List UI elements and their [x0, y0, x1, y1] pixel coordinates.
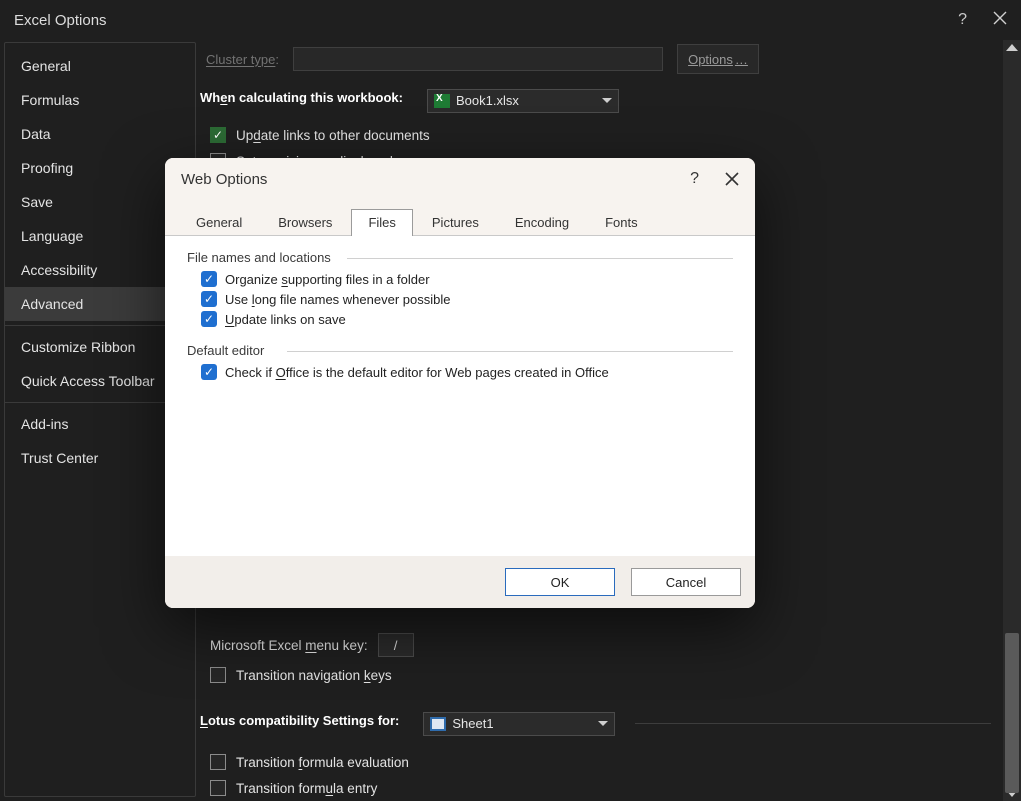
menu-key-label: Microsoft Excel menu key:	[210, 638, 368, 653]
workbook-name: Book1.xlsx	[456, 93, 519, 108]
titlebar-controls: ?	[958, 11, 1007, 29]
ok-button[interactable]: OK	[505, 568, 615, 596]
sheet-combo[interactable]: Sheet1	[423, 712, 615, 736]
checkbox-update-links[interactable]	[210, 127, 226, 143]
lotus-settings-row: Lotus compatibility Settings for: Sheet1	[200, 709, 991, 738]
opt-long-file-names[interactable]: Use long file names whenever possible	[201, 291, 733, 307]
opt-office-default-label: Check if Office is the default editor fo…	[225, 365, 609, 380]
checkbox-office-default-editor[interactable]	[201, 364, 217, 380]
sidebar-item-formulas[interactable]: Formulas	[5, 83, 195, 117]
opt-organize-label: Organize supporting files in a folder	[225, 272, 430, 287]
update-links-row[interactable]: Update links to other documents	[210, 127, 991, 143]
formula-entry-label: Transition formula entry	[236, 781, 377, 796]
dialog-titlebar: Web Options ?	[165, 158, 755, 200]
update-links-label: Update links to other documents	[236, 128, 430, 143]
dialog-panel: File names and locations Organize suppor…	[165, 235, 755, 556]
sidebar-item-data[interactable]: Data	[5, 117, 195, 151]
tab-browsers[interactable]: Browsers	[261, 209, 349, 236]
scroll-up-icon[interactable]	[1006, 44, 1018, 51]
lotus-settings-heading: Lotus compatibility Settings for:	[200, 709, 399, 738]
chevron-down-icon	[602, 98, 612, 103]
dialog-title: Web Options	[181, 171, 267, 188]
close-icon[interactable]	[993, 11, 1007, 29]
opt-update-links-on-save[interactable]: Update links on save	[201, 311, 733, 327]
opt-check-office-default[interactable]: Check if Office is the default editor fo…	[201, 364, 733, 380]
titlebar: Excel Options ?	[0, 0, 1021, 40]
sheet-name: Sheet1	[452, 716, 493, 731]
opt-update-links-label: Update links on save	[225, 312, 346, 327]
sidebar-item-general[interactable]: General	[5, 49, 195, 83]
formula-eval-row[interactable]: Transition formula evaluation	[210, 754, 991, 770]
window-title: Excel Options	[14, 12, 107, 29]
menu-key-input[interactable]	[378, 633, 414, 657]
dialog-help-icon[interactable]: ?	[690, 170, 699, 188]
dialog-footer: OK Cancel	[165, 556, 755, 608]
formula-eval-label: Transition formula evaluation	[236, 755, 409, 770]
dialog-close-icon[interactable]	[725, 172, 739, 186]
nav-keys-label: Transition navigation keys	[236, 668, 392, 683]
checkbox-organize-supporting[interactable]	[201, 271, 217, 287]
help-icon[interactable]: ?	[958, 11, 967, 29]
calc-heading-row: When calculating this workbook: Book1.xl…	[200, 86, 991, 115]
tab-files[interactable]: Files	[351, 209, 412, 236]
cluster-options-button[interactable]: Options…	[677, 44, 759, 74]
checkbox-nav-keys[interactable]	[210, 667, 226, 683]
tab-general[interactable]: General	[179, 209, 259, 236]
scroll-thumb[interactable]	[1005, 633, 1019, 793]
tab-fonts[interactable]: Fonts	[588, 209, 655, 236]
menu-key-row: Microsoft Excel menu key:	[210, 633, 991, 657]
checkbox-update-links-save[interactable]	[201, 311, 217, 327]
web-options-dialog: Web Options ? General Browsers Files Pic…	[165, 158, 755, 608]
checkbox-formula-entry[interactable]	[210, 780, 226, 796]
tab-pictures[interactable]: Pictures	[415, 209, 496, 236]
cluster-type-combo[interactable]	[293, 47, 663, 71]
vertical-scrollbar[interactable]	[1003, 40, 1021, 801]
opt-long-names-label: Use long file names whenever possible	[225, 292, 450, 307]
excel-file-icon	[434, 94, 450, 108]
workbook-combo[interactable]: Book1.xlsx	[427, 89, 619, 113]
worksheet-icon	[430, 717, 446, 731]
cluster-type-row: Cluster type: Options…	[206, 44, 979, 74]
opt-organize-supporting[interactable]: Organize supporting files in a folder	[201, 271, 733, 287]
cancel-button[interactable]: Cancel	[631, 568, 741, 596]
calc-heading: When calculating this workbook:	[200, 86, 403, 115]
checkbox-long-file-names[interactable]	[201, 291, 217, 307]
dialog-tabs: General Browsers Files Pictures Encoding…	[165, 200, 755, 235]
nav-keys-row[interactable]: Transition navigation keys	[210, 667, 991, 683]
cluster-type-label: Cluster type:	[206, 52, 279, 67]
tab-encoding[interactable]: Encoding	[498, 209, 586, 236]
checkbox-formula-eval[interactable]	[210, 754, 226, 770]
formula-entry-row[interactable]: Transition formula entry	[210, 780, 991, 796]
chevron-down-icon	[598, 721, 608, 726]
scroll-track[interactable]	[1003, 55, 1021, 786]
excel-options-window: Excel Options ? General Formulas Data Pr…	[0, 0, 1021, 801]
